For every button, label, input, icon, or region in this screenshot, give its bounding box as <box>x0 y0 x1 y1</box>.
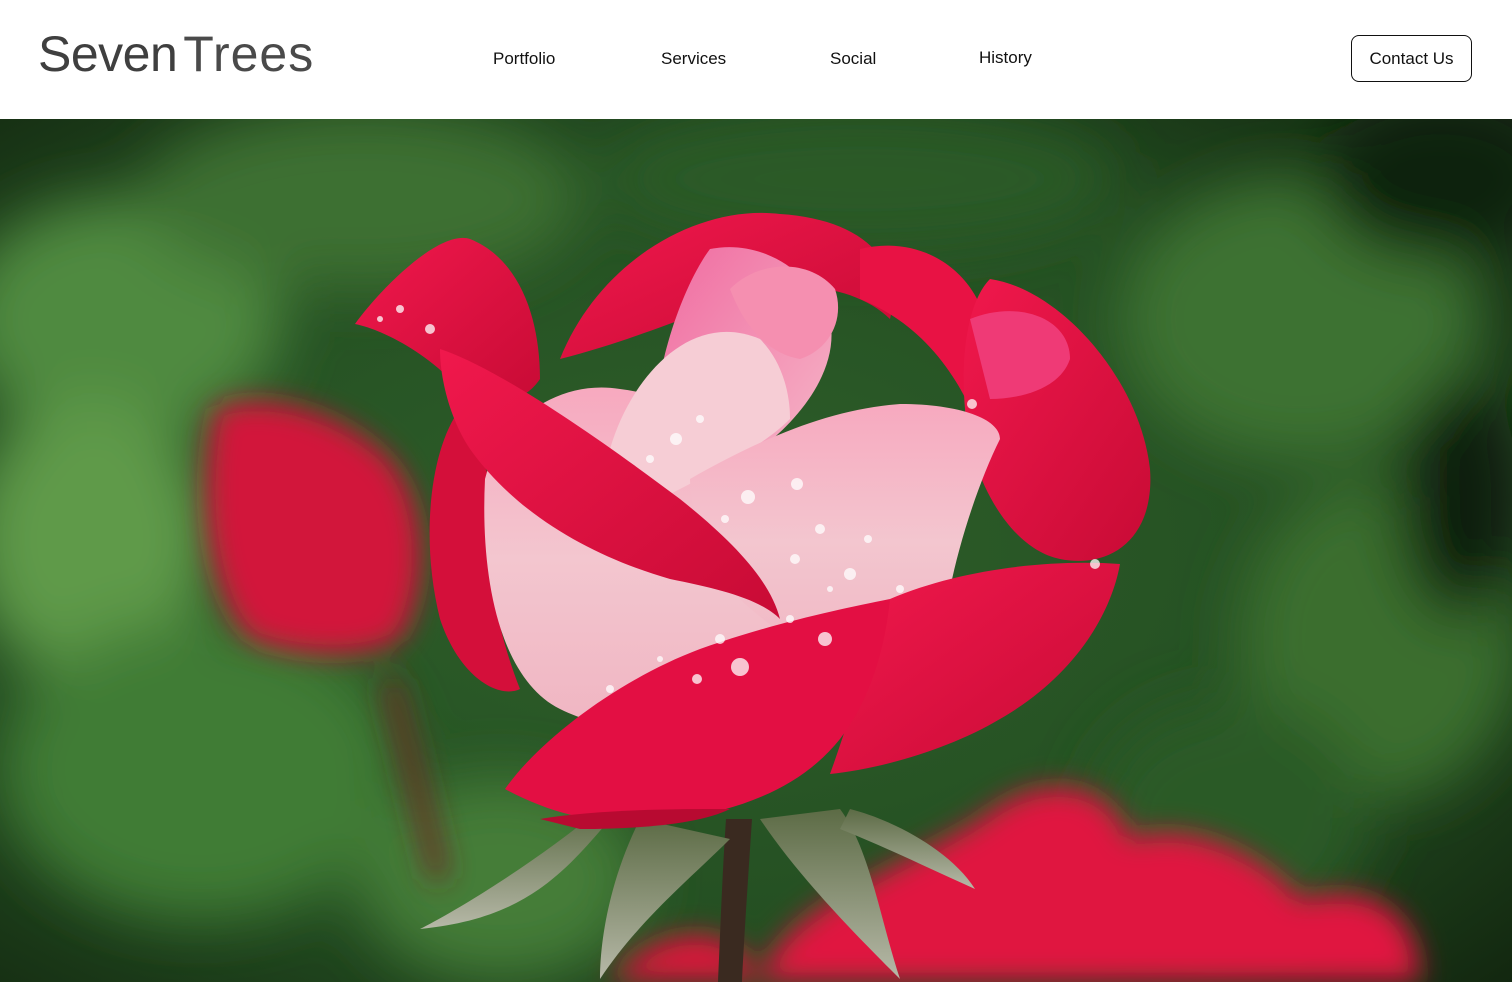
nav-portfolio[interactable]: Portfolio <box>493 48 555 70</box>
nav-history[interactable]: History <box>979 47 1032 69</box>
nav-services[interactable]: Services <box>661 48 726 70</box>
site-header: Seven Trees Portfolio Services Social His… <box>0 0 1512 119</box>
brand-name-seven: Seven <box>38 26 178 82</box>
brand-name-trees: Trees <box>183 26 315 82</box>
brand-logo[interactable]: Seven Trees <box>38 24 314 84</box>
hero-image <box>0 119 1512 982</box>
contact-us-button[interactable]: Contact Us <box>1351 35 1472 82</box>
nav-social[interactable]: Social <box>830 48 876 70</box>
rose-photo <box>0 119 1512 982</box>
